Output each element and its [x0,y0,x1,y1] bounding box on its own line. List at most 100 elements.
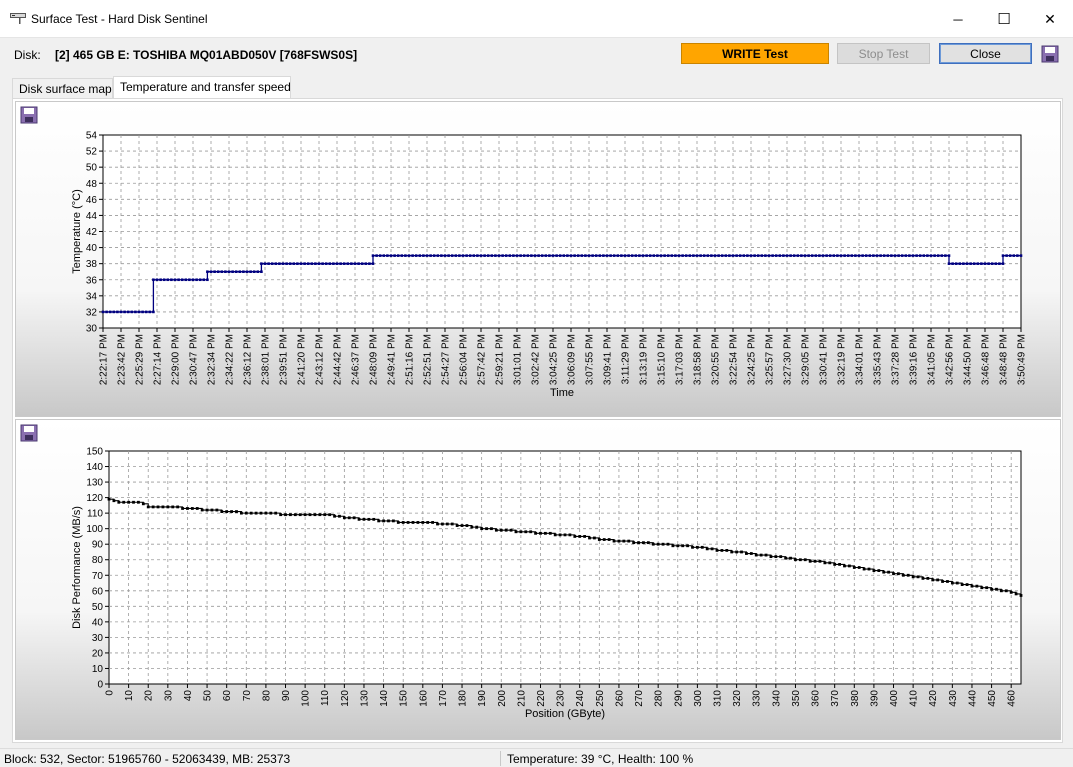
x-tick-label: 140 [379,690,390,707]
temperature-point [846,254,850,257]
tab-disk-surface-map[interactable]: Disk surface map [12,78,113,99]
minimize-button[interactable]: ─ [935,0,981,38]
performance-point [465,524,469,527]
temperature-point [998,262,1001,265]
temperature-point [742,254,746,257]
temperature-point [231,270,234,274]
performance-point [597,538,601,541]
performance-point [607,538,611,541]
temperature-point [954,262,958,265]
status-bar: Block: 532, Sector: 51965760 - 52063439,… [0,748,1073,767]
x-axis-label: Position (GByte) [525,708,605,720]
window-title: Surface Test - Hard Disk Sentinel [31,12,208,26]
temperature-point [591,254,594,257]
x-tick-label: 50 [203,690,214,702]
temperature-point [623,254,627,257]
x-tick-label: 2:48:09 PM [369,334,380,385]
performance-point [391,519,395,523]
temperature-point [720,254,724,257]
x-tick-label: 260 [614,690,625,707]
temperature-point [317,262,321,265]
temperature-point [836,254,839,257]
performance-point [1004,589,1008,593]
performance-point [313,513,317,517]
close-window-button[interactable]: ✕ [1027,0,1073,38]
x-tick-label: 3:34:01 PM [855,334,866,385]
y-tick-label: 54 [86,131,98,142]
temperature-point [234,270,238,274]
tab-temperature-transfer-speed[interactable]: Temperature and transfer speed [113,76,291,99]
temperature-point [443,254,447,257]
y-tick-label: 90 [92,540,104,551]
x-tick-label: 3:07:55 PM [585,334,596,385]
temperature-point [288,262,292,265]
temperature-point [533,254,537,257]
performance-point [230,510,233,513]
temperature-point [692,254,695,257]
temperature-point [242,270,245,274]
performance-point [494,528,498,532]
performance-point [372,517,376,521]
x-tick-label: 280 [654,690,665,707]
y-tick-label: 52 [86,147,98,158]
temperature-point [1001,254,1005,257]
temperature-point [969,262,972,265]
performance-point [176,505,180,509]
write-test-button[interactable]: WRITE Test [681,43,829,64]
x-tick-label: 60 [222,690,233,702]
y-tick-label: 110 [87,509,103,520]
performance-point [215,508,219,512]
performance-point [249,511,253,515]
temperature-point [670,254,674,257]
x-tick-label: 3:15:10 PM [657,334,668,385]
performance-point [705,547,709,551]
x-tick-label: 270 [634,690,645,707]
x-tick-label: 220 [536,690,547,707]
performance-point [941,580,944,583]
temperature-point [602,254,605,257]
temperature-point [249,270,252,274]
y-tick-label: 44 [86,211,98,222]
temperature-point [681,254,684,257]
performance-point [710,547,714,551]
temperature-point [821,254,825,257]
y-tick-label: 0 [97,680,103,691]
performance-point [558,533,562,537]
performance-point [146,505,150,509]
performance-point [730,550,734,554]
performance-point [946,580,949,583]
temperature-point [929,254,933,257]
temperature-point [479,254,483,257]
stop-test-button[interactable]: Stop Test [837,43,930,64]
performance-point [524,530,528,534]
temperature-point [310,262,314,265]
performance-point [563,533,567,537]
temperature-point [861,254,864,257]
performance-point [421,521,425,524]
temperature-point [576,254,580,257]
temperature-point [227,270,231,274]
performance-point [112,499,116,503]
close-button[interactable]: Close [939,43,1032,64]
temperature-point [900,254,904,257]
performance-point [897,572,900,576]
performance-point [293,513,297,517]
performance-point [646,541,650,545]
temperature-point [519,254,522,257]
disk-label: Disk: [14,48,41,62]
maximize-button[interactable]: ☐ [981,0,1027,38]
temperature-point [706,254,710,257]
save-report-button[interactable] [1040,44,1060,64]
temperature-point [281,262,285,265]
temperature-point [854,254,857,257]
plot-area [108,450,1022,685]
x-tick-label: 80 [261,690,272,702]
performance-point [205,508,209,512]
x-tick-label: 2:39:51 PM [279,334,290,385]
temperature-point [684,254,688,257]
x-tick-label: 130 [359,690,370,707]
temperature-point [454,254,458,257]
temperature-point [292,262,296,265]
y-tick-label: 120 [86,493,103,504]
performance-point [534,531,537,535]
